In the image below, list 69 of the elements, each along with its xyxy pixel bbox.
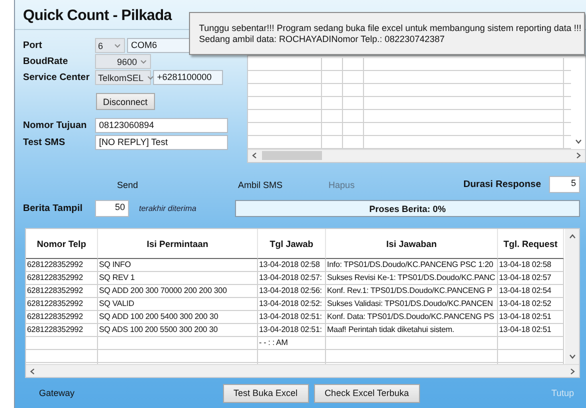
test-sms-field[interactable]: [NO REPLY] Test	[95, 134, 228, 150]
table-cell-text: - - : : AM	[258, 337, 289, 350]
scroll-left-icon[interactable]	[250, 152, 258, 160]
table-cell-text: 6281228352992	[26, 324, 84, 336]
destination-number-field[interactable]: 08123060894	[95, 118, 228, 133]
column-header[interactable]: Isi Permintaan	[98, 229, 258, 260]
field-label: Test SMS	[23, 136, 66, 148]
baud-rate-dropdown[interactable]: 9600	[95, 54, 151, 70]
field-label: Durasi Response	[463, 179, 541, 190]
table-cell-text: Info: TPS01/DS.Doudo/KC.PANCENG PSC 1:20	[326, 259, 494, 272]
excel-button[interactable]: Test Buka Excel	[222, 384, 309, 403]
table-cell-text: 13-04-2018 02:57:	[258, 272, 323, 284]
table-cell-text: Sukses Validasi: TPS01/DS.Doudo/KC.PANCEN	[326, 298, 494, 310]
table-cell-text: 6281228352992	[26, 298, 84, 310]
table-cell-text: SQ ADD 200 300 70000 200 200 300	[98, 285, 228, 298]
excel-button[interactable]: Check Excel Terbuka	[314, 384, 420, 403]
progress-label: Proses Berita: 0%	[369, 204, 446, 214]
field-label: Port	[23, 40, 43, 52]
action-link[interactable]: Ambil SMS	[238, 180, 283, 190]
table-cell-text: SQ VALID	[98, 298, 136, 310]
gateway-label: Gateway	[39, 388, 75, 398]
table-cell-text: SQ ADD 100 200 5400 300 200 30	[98, 311, 220, 324]
column-header[interactable]: Tgl. Request	[498, 229, 564, 260]
scroll-right-icon[interactable]	[575, 152, 582, 160]
scroll-right-icon[interactable]	[569, 368, 576, 375]
table-cell-text: Konf. Rev.1: TPS01/DS.Doudo/KC.PANCENG P	[326, 285, 494, 298]
table-cell-text: Konf. Data: TPS01/DS.Doudo/KC.PANCENG PS	[326, 311, 496, 324]
table-cell-text: 6281228352992	[26, 285, 84, 298]
table-cell-text: SQ INFO	[98, 259, 132, 272]
port-number-dropdown[interactable]: 6	[95, 38, 125, 54]
column-header[interactable]: Isi Jawaban	[326, 229, 498, 260]
table-cell-text: 13-04-2018 02:56:	[258, 285, 323, 298]
table-cell-text: 13-04-18 02:58	[498, 259, 552, 272]
action-link[interactable]: Send	[117, 180, 138, 190]
scroll-down-icon[interactable]	[568, 353, 576, 360]
table-cell-text: 13-04-18 02:52	[498, 298, 552, 310]
horizontal-scrollbar[interactable]	[26, 364, 579, 378]
table-cell-text: Maaf! Perintah tidak diketahui sistem.	[326, 324, 456, 336]
hint-text: terakhir diterima	[139, 204, 196, 213]
table-cell-text: 13-04-18 02:51	[498, 311, 552, 324]
horizontal-scrollbar[interactable]	[248, 148, 585, 162]
operator-dropdown[interactable]: TelkomSEL	[95, 70, 151, 86]
table-cell-text: SQ ADS 100 200 5500 300 200 30	[98, 324, 219, 336]
messages-shown-field[interactable]: 50	[95, 200, 129, 217]
table-cell-text: 13-04-18 02:57	[498, 272, 552, 284]
field-label: Service Center	[23, 72, 91, 84]
service-center-field[interactable]: +6281100000	[153, 70, 223, 86]
column-header[interactable]: Tgl Jawab	[258, 229, 326, 260]
scroll-up-icon[interactable]	[568, 233, 576, 240]
table-cell-text: SQ REV 1	[98, 272, 136, 284]
column-header[interactable]: Nomor Telp	[26, 229, 98, 260]
table-cell-text: 13-04-2018 02:51:	[258, 311, 323, 324]
table-cell-text: 13-04-18 02:54	[498, 285, 552, 298]
table-cell-text: 6281228352992	[26, 259, 84, 272]
table-cell-text: 6281228352992	[26, 272, 84, 284]
table-cell-text: 13-04-2018 02:51:	[258, 324, 323, 336]
dropdown-caret-icon[interactable]	[113, 41, 122, 50]
scroll-left-icon[interactable]	[29, 368, 36, 375]
field-label: Nomor Tujuan	[23, 120, 88, 131]
table-cell-text: 6281228352992	[26, 311, 84, 324]
table-cell-text: 13-04-2018 02:58	[258, 259, 321, 272]
table-cell-text: 13-04-2018 02:52:	[258, 298, 323, 310]
field-label: Berita Tampil	[23, 203, 84, 214]
table-cell-text: Sukses Revisi Ke-1: TPS01/DS.Doudo/KC.PANC	[326, 272, 496, 284]
response-duration-field[interactable]: 5	[549, 176, 580, 194]
disconnect-button[interactable]: Disconnect	[96, 93, 155, 110]
field-label: BoudRate	[23, 56, 69, 68]
table-cell-text: 13-04-18 02:51	[498, 324, 552, 336]
scroll-down-icon[interactable]	[574, 138, 582, 145]
